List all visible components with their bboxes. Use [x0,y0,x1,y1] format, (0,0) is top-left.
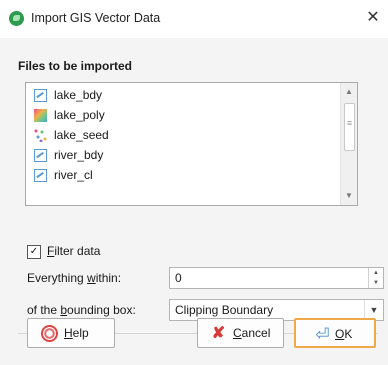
list-scrollbar[interactable]: ▲ ▼ [340,83,357,205]
polyline-icon [34,89,47,102]
filter-data-label[interactable]: Filter data [47,244,100,258]
polyline-icon [34,149,47,162]
ok-button[interactable]: ⏎ OK [294,318,376,348]
help-label-rest: elp [72,326,89,340]
scroll-down-icon[interactable]: ▼ [341,189,357,203]
polygon-icon [34,109,47,122]
scroll-thumb[interactable] [344,103,355,151]
files-listbox[interactable]: lake_bdy lake_poly lake_seed river_bdy r… [25,82,358,206]
list-item[interactable]: lake_seed [26,126,326,146]
title-bar: Import GIS Vector Data ✕ [0,0,388,38]
within-label-pre: Everything [27,271,88,285]
files-section-label: Files to be imported [18,59,133,73]
bounding-box-label: of the bounding box: [27,303,136,317]
filter-data-checkbox[interactable]: ✓ [27,245,41,259]
cancel-label-rest: ancel [241,326,271,340]
ok-label-rest: K [344,327,353,341]
cancel-button-label: Cancel [233,326,270,340]
list-item-label: lake_seed [54,128,109,142]
cancel-x-icon: ✘ [211,325,226,342]
window-title: Import GIS Vector Data [31,11,161,25]
within-spinbox[interactable]: 0 ▲ ▼ [169,267,384,289]
dialog-body: Files to be imported lake_bdy lake_poly … [0,38,388,365]
mnemonic-o: O [335,327,345,341]
bounding-label-post: ounding box: [67,303,136,317]
within-label: Everything within: [27,271,121,285]
within-label-post: ithin: [95,271,122,285]
mnemonic-w: w [87,271,96,285]
list-item[interactable]: river_bdy [26,146,326,166]
ok-button-label: OK [335,327,352,341]
list-item-label: river_bdy [54,148,104,162]
points-icon [34,129,47,142]
help-button-label: Help [64,326,89,340]
list-item-label: lake_poly [54,108,105,122]
within-value[interactable]: 0 [175,271,182,285]
list-item-label: river_cl [54,168,93,182]
bounding-label-pre: of the [27,303,61,317]
polyline-icon [34,169,47,182]
help-button[interactable]: Help [27,318,115,348]
scroll-up-icon[interactable]: ▲ [341,85,357,99]
spin-down-icon[interactable]: ▼ [369,278,383,288]
list-item-label: lake_bdy [54,88,103,102]
close-button[interactable]: ✕ [358,3,388,33]
enter-arrow-icon: ⏎ [315,325,330,344]
list-item[interactable]: river_cl [26,166,326,186]
filter-label-rest: ilter data [54,244,101,258]
chevron-down-icon[interactable]: ▼ [364,300,383,320]
cancel-button[interactable]: ✘ Cancel [197,318,284,348]
spin-buttons[interactable]: ▲ ▼ [368,268,383,288]
mnemonic-h: H [64,326,73,340]
list-item[interactable]: lake_bdy [26,86,326,106]
lifebuoy-icon [41,325,58,342]
list-item[interactable]: lake_poly [26,106,326,126]
bounding-box-value: Clipping Boundary [175,303,274,317]
mnemonic-c: C [233,326,242,340]
app-leaf-icon [9,11,24,26]
spin-up-icon[interactable]: ▲ [369,268,383,278]
